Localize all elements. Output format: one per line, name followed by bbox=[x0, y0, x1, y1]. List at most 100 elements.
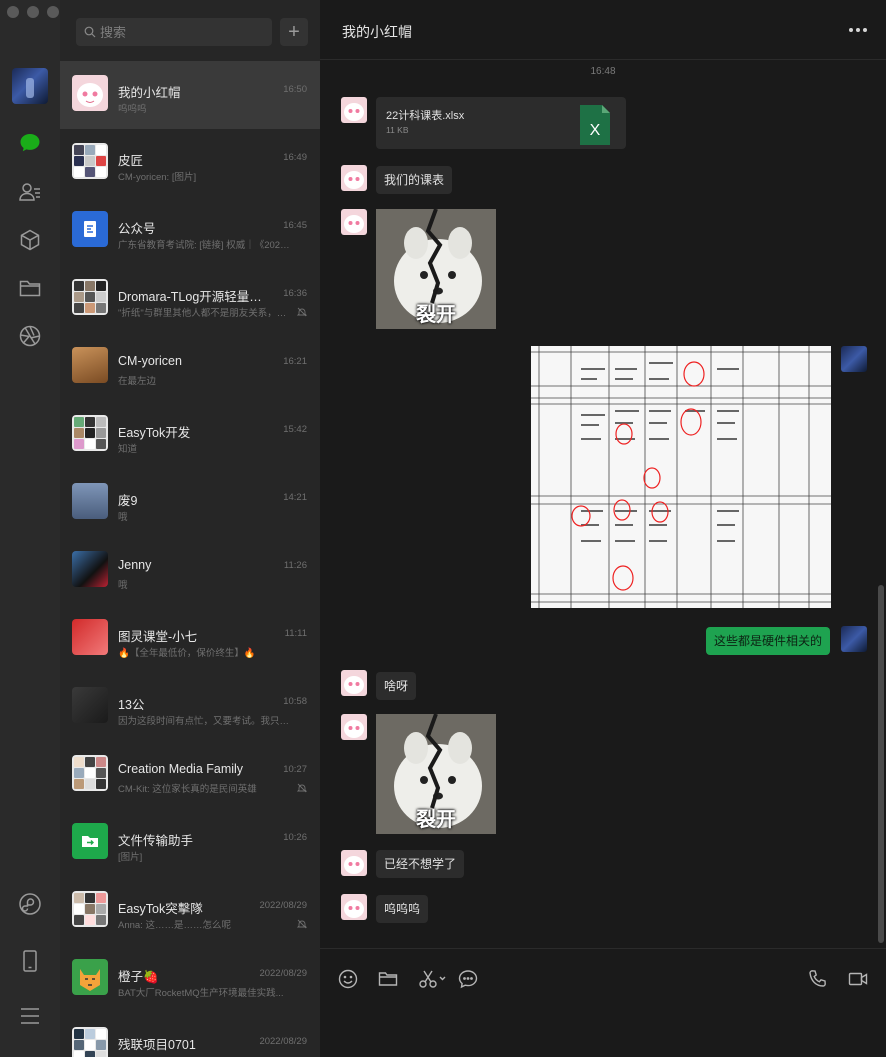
conversation-name: Creation Media Family bbox=[118, 762, 244, 776]
conversation-preview: 在最左边 bbox=[118, 376, 157, 387]
avatar bbox=[72, 891, 108, 927]
conversation-item[interactable]: CM-yoricen 16:21 在最左边 bbox=[60, 333, 320, 401]
conversation-item[interactable]: 图灵课堂-小七 11:11 🔥【全年最低价，保价终生】🔥 bbox=[60, 605, 320, 673]
avatar bbox=[72, 279, 108, 315]
svg-text:X: X bbox=[590, 122, 601, 139]
my-avatar[interactable] bbox=[12, 68, 48, 104]
avatar bbox=[72, 75, 108, 111]
mini-program-tab[interactable] bbox=[15, 889, 45, 919]
message-timestamp: 16:48 bbox=[590, 66, 616, 77]
conversation-time: 2022/08/29 bbox=[259, 1036, 307, 1047]
zoom-window-button[interactable] bbox=[47, 6, 59, 18]
chat-bubble-icon bbox=[458, 970, 478, 989]
avatar[interactable] bbox=[341, 165, 367, 191]
conversation-time: 16:50 bbox=[283, 84, 307, 95]
avatar[interactable] bbox=[341, 894, 367, 920]
mute-icon bbox=[297, 783, 307, 793]
conversation-time: 10:26 bbox=[283, 832, 307, 843]
chat-scrollbar[interactable] bbox=[878, 585, 884, 943]
sticker-caption: 裂开 bbox=[416, 304, 456, 326]
avatar[interactable] bbox=[841, 346, 867, 372]
search-box[interactable] bbox=[76, 18, 272, 46]
chat-title: 我的小红帽 bbox=[342, 24, 412, 40]
conversation-item[interactable]: 皮匠 16:49 CM-yoricen: [图片] bbox=[60, 129, 320, 197]
more-dot-icon bbox=[856, 28, 860, 32]
conversation-preview: 🔥【全年最低价，保价终生】🔥 bbox=[118, 648, 256, 659]
more-dot-icon bbox=[863, 28, 867, 32]
conversation-preview: "折纸"与群里其他人都不是朋友关系，请... bbox=[118, 308, 292, 319]
file-message[interactable]: 22计科课表.xlsx 11 KB X bbox=[376, 97, 626, 149]
avatar bbox=[72, 551, 108, 587]
message-bubble[interactable]: 我们的课表 bbox=[376, 166, 453, 194]
conversation-time: 10:27 bbox=[283, 764, 307, 775]
conversation-name: Jenny bbox=[118, 558, 152, 572]
send-file-button[interactable] bbox=[378, 969, 398, 989]
chat-tab[interactable] bbox=[15, 128, 45, 158]
contacts-tab[interactable] bbox=[15, 177, 45, 207]
avatar[interactable] bbox=[341, 209, 367, 235]
conversation-item[interactable]: 残联项目0701 2022/08/29 bbox=[60, 1013, 320, 1057]
moments-tab[interactable] bbox=[15, 321, 45, 351]
more-button[interactable] bbox=[846, 20, 870, 40]
files-tab[interactable] bbox=[15, 273, 45, 303]
minimize-window-button[interactable] bbox=[27, 6, 39, 18]
box-icon bbox=[20, 229, 40, 251]
folder-icon bbox=[19, 280, 41, 297]
conversation-item[interactable]: EasyTok突擊隊 2022/08/29 Anna: 这……是……怎么呢 bbox=[60, 877, 320, 945]
avatar[interactable] bbox=[341, 670, 367, 696]
conversation-item[interactable]: Jenny 11:26 哦 bbox=[60, 537, 320, 605]
message-composer[interactable] bbox=[320, 948, 886, 1057]
avatar[interactable] bbox=[841, 626, 867, 652]
image-message[interactable] bbox=[531, 346, 831, 608]
message-bubble-self[interactable]: 这些都是硬件相关的 bbox=[705, 627, 830, 655]
avatar bbox=[72, 619, 108, 655]
folder-icon bbox=[378, 972, 398, 986]
screenshot-button[interactable] bbox=[418, 969, 448, 989]
shutter-icon bbox=[19, 325, 41, 347]
conversation-item[interactable]: 我的小红帽 16:50 呜呜呜 bbox=[60, 61, 320, 129]
avatar[interactable] bbox=[341, 97, 367, 123]
conversation-time: 10:58 bbox=[283, 696, 307, 707]
avatar[interactable] bbox=[341, 714, 367, 740]
add-button[interactable]: + bbox=[280, 18, 308, 46]
search-input[interactable] bbox=[100, 24, 260, 40]
conversation-item[interactable]: 废9 14:21 哦 bbox=[60, 469, 320, 537]
nav-rail bbox=[0, 0, 60, 1057]
chat-header: 我的小红帽 bbox=[320, 0, 886, 60]
conversation-preview: 哦 bbox=[118, 512, 128, 523]
conversation-name: 文件传输助手 bbox=[118, 834, 194, 848]
conversation-item[interactable]: EasyTok开发 15:42 知道 bbox=[60, 401, 320, 469]
conversation-name: 皮匠 bbox=[118, 154, 144, 168]
conversation-name: EasyTok开发 bbox=[118, 426, 191, 440]
video-call-button[interactable] bbox=[848, 969, 868, 989]
search-row: + bbox=[76, 18, 308, 46]
chat-history-button[interactable] bbox=[458, 969, 478, 989]
conversation-item[interactable]: 13公 10:58 因为这段时间有点忙，又要考试。我只能每... bbox=[60, 673, 320, 741]
avatar[interactable] bbox=[341, 850, 367, 876]
collections-tab[interactable] bbox=[15, 225, 45, 255]
message-bubble[interactable]: 已经不想学了 bbox=[376, 850, 465, 878]
phone-tab[interactable] bbox=[15, 946, 45, 976]
conversation-time: 2022/08/29 bbox=[259, 968, 307, 979]
conversation-item[interactable]: 橙子🍓 2022/08/29 BAT大厂RocketMQ生产环境最佳实践... bbox=[60, 945, 320, 1013]
close-window-button[interactable] bbox=[7, 6, 19, 18]
conversation-item[interactable]: 公众号 16:45 广东省教育考试院: [链接] 权威｜《2023年... bbox=[60, 197, 320, 265]
message-bubble[interactable]: 呜呜呜 bbox=[376, 895, 429, 923]
emoji-button[interactable] bbox=[338, 969, 358, 989]
conversation-item[interactable]: Dromara-TLog开源轻量级日... 16:36 "折纸"与群里其他人都不… bbox=[60, 265, 320, 333]
sticker-message[interactable]: 裂开 bbox=[376, 714, 496, 834]
conversation-item[interactable]: 文件传输助手 10:26 [图片] bbox=[60, 809, 320, 877]
official-account-icon bbox=[84, 221, 96, 237]
conversation-list: + 我的小红帽 16:50 呜呜呜 皮匠 16:49 CM-yoricen: [… bbox=[60, 0, 320, 1057]
avatar bbox=[72, 347, 108, 383]
sticker-caption: 裂开 bbox=[416, 809, 456, 831]
message-bubble[interactable]: 啥呀 bbox=[376, 672, 417, 700]
avatar bbox=[72, 211, 108, 247]
settings-menu[interactable] bbox=[15, 1001, 45, 1031]
voice-call-button[interactable] bbox=[808, 969, 828, 989]
sticker-message[interactable]: 裂开 bbox=[376, 209, 496, 329]
conversation-name: 残联项目0701 bbox=[118, 1038, 196, 1052]
conversation-item[interactable]: Creation Media Family 10:27 CM-Kit: 这位家长… bbox=[60, 741, 320, 809]
conversation-time: 16:49 bbox=[283, 152, 307, 163]
conversation-preview: CM-yoricen: [图片] bbox=[118, 172, 197, 183]
